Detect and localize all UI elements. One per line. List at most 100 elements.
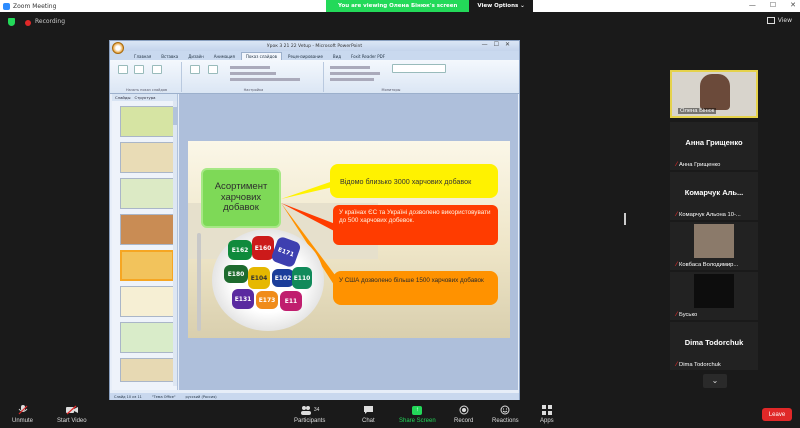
- participant-tile[interactable]: Dima Todorchuk ⁄ Dima Todorchuk: [670, 322, 758, 370]
- slide-thumbnail[interactable]: [120, 358, 174, 382]
- ppt-tab[interactable]: Вставка: [157, 53, 182, 60]
- panel-tab-slides[interactable]: Слайды: [115, 95, 131, 100]
- panel-tabs: Слайды Структура: [112, 94, 177, 101]
- participant-name-tag: ⁄ Dima Todorchuk: [676, 362, 721, 368]
- record-icon: [458, 405, 470, 415]
- connector-yellow: [281, 181, 333, 199]
- minimize-button[interactable]: —: [749, 1, 756, 9]
- ribbon-option: [330, 78, 374, 81]
- ppt-tab[interactable]: Анимация: [210, 53, 239, 60]
- reactions-button[interactable]: Reactions: [492, 405, 519, 424]
- mic-muted-icon: ⁄: [676, 362, 678, 368]
- ribbon-option: [330, 66, 370, 69]
- current-slide: E162 E160 E171 E180 E104 E102 E110 E131 …: [188, 141, 510, 338]
- recording-label: Recording: [35, 18, 66, 25]
- record-button[interactable]: Record: [454, 405, 473, 424]
- participant-tile[interactable]: Комарчук Аль... ⁄ Комарчук Альона 10-...: [670, 172, 758, 220]
- ribbon-group-label: Начать показ слайдов: [125, 88, 168, 92]
- additive-pill: E110: [292, 267, 312, 289]
- chevron-down-icon[interactable]: ⌄: [703, 374, 727, 388]
- participant-tile[interactable]: Анна Грищенко ⁄ Анна Грищенко: [670, 122, 758, 170]
- share-screen-icon: ↑: [411, 405, 423, 415]
- share-banner: You are viewing Олена Бінюк's screen Vie…: [326, 0, 533, 12]
- meeting-toolbar: Unmute Start Video 34 Participants Chat …: [0, 400, 800, 428]
- ribbon-option: [230, 78, 300, 81]
- ppt-tab[interactable]: Вид: [329, 53, 345, 60]
- slide-thumbnail[interactable]: [120, 286, 174, 317]
- status-language: русский (Россия): [185, 394, 217, 399]
- share-screen-button[interactable]: ↑ Share Screen: [399, 405, 436, 424]
- participant-name-tag: ⁄ Комарчук Альона 10-...: [676, 212, 741, 218]
- ppt-tab-active[interactable]: Показ слайдов: [240, 52, 283, 60]
- ppt-ribbon-tabs: Главная Вставка Дизайн Анимация Показ сл…: [110, 51, 519, 60]
- slide-thumbnail[interactable]: [120, 142, 174, 173]
- start-video-button[interactable]: Start Video: [57, 405, 87, 424]
- participant-name-tag: Олена Бінюк: [678, 108, 717, 114]
- view-options-button[interactable]: View Options ⌄: [469, 0, 533, 12]
- maximize-button[interactable]: ☐: [770, 1, 776, 9]
- panel-scrollbar[interactable]: [173, 101, 177, 386]
- ppt-window-controls: —☐✕: [481, 41, 516, 48]
- additive-pill: E162: [228, 240, 252, 260]
- scrollbar-thumb[interactable]: [173, 107, 177, 125]
- slide-thumbnail[interactable]: [120, 214, 174, 245]
- topic-box: Асортимент харчових добавок: [201, 168, 281, 228]
- status-slide-count: Слайд 10 из 11: [114, 394, 142, 399]
- unmute-label: Unmute: [12, 418, 34, 424]
- apps-icon: [541, 405, 553, 415]
- custom-show-icon[interactable]: [152, 65, 162, 74]
- ribbon-group-label: Мониторы: [381, 88, 401, 92]
- ppt-ribbon: Начать показ слайдов Настройка Мониторы: [110, 60, 519, 94]
- slide-thumbnail[interactable]: [120, 178, 174, 209]
- fork-image: [197, 233, 201, 331]
- participant-tile[interactable]: ⁄ Ковбаса Володимир...: [670, 222, 758, 270]
- participant-name: Dima Todorchuk: [679, 362, 721, 368]
- ribbon-option: [230, 66, 270, 69]
- ppt-tab[interactable]: Дизайн: [184, 53, 208, 60]
- close-button[interactable]: ✕: [790, 1, 796, 9]
- participant-tile[interactable]: ⁄ Бусько: [670, 272, 758, 320]
- office-button-icon[interactable]: [112, 42, 124, 54]
- participant-tile[interactable]: Олена Бінюк: [670, 70, 758, 118]
- leave-button[interactable]: Leave: [762, 408, 792, 421]
- fact-box-total: Відомо близько 3000 харчових добавок: [330, 164, 498, 198]
- panel-tab-outline[interactable]: Структура: [135, 95, 156, 100]
- hide-slide-icon[interactable]: [208, 65, 218, 74]
- participant-display-name: Dima Todorchuk: [684, 338, 744, 347]
- additive-pill: E180: [224, 265, 248, 283]
- shared-screen: Урок 3 21 22 Vetup - Microsoft PowerPoin…: [109, 40, 520, 401]
- chat-button[interactable]: Chat: [362, 405, 375, 424]
- participant-name: Олена Бінюк: [680, 108, 715, 114]
- slide-thumbnail-selected[interactable]: [120, 250, 174, 281]
- view-button[interactable]: View: [766, 17, 792, 24]
- share-screen-label: Share Screen: [399, 418, 436, 424]
- additive-pill: E131: [232, 289, 254, 309]
- ppt-tab[interactable]: Foxit Reader PDF: [347, 53, 389, 60]
- apps-button[interactable]: Apps: [540, 405, 554, 424]
- participants-button[interactable]: 34 Participants: [294, 405, 325, 424]
- ribbon-option: [330, 72, 380, 75]
- mic-muted-icon: ⁄: [676, 262, 678, 268]
- participants-icon: 34: [295, 405, 325, 415]
- unmute-button[interactable]: Unmute: [12, 405, 33, 424]
- grid-view-icon: [766, 17, 775, 24]
- participant-name-tag: ⁄ Анна Грищенко: [676, 162, 720, 168]
- chat-icon: [362, 405, 374, 415]
- ppt-tab[interactable]: Главная: [130, 53, 155, 60]
- recording-dot-icon: [25, 20, 31, 26]
- slideshow-current-icon[interactable]: [134, 65, 144, 74]
- apps-label: Apps: [540, 418, 554, 424]
- setup-show-icon[interactable]: [190, 65, 200, 74]
- mic-muted-icon: ⁄: [676, 212, 678, 218]
- slide-thumbnail[interactable]: [120, 106, 174, 137]
- view-label: View: [777, 17, 792, 24]
- participant-display-name: Комарчук Аль...: [684, 188, 744, 197]
- ppt-tab[interactable]: Рецензирование: [284, 53, 327, 60]
- monitor-select[interactable]: [392, 64, 446, 73]
- security-shield-icon[interactable]: [8, 18, 15, 26]
- zoom-window: Zoom Meeting — ☐ ✕ You are viewing Олена…: [0, 0, 800, 428]
- slideshow-start-icon[interactable]: [118, 65, 128, 74]
- ppt-workspace: Слайды Структура E162 E160 E171 E180 E10…: [110, 94, 519, 390]
- additive-pill: E102: [272, 269, 294, 287]
- slide-thumbnail[interactable]: [120, 322, 174, 353]
